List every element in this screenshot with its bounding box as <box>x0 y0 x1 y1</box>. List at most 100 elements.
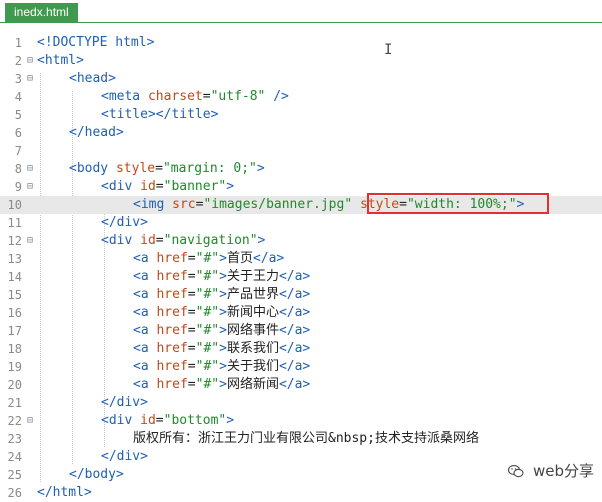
code-token: </a> <box>278 377 311 392</box>
code-line[interactable]: 26 </html> <box>0 484 602 502</box>
code-token: <a <box>133 305 157 320</box>
code-line[interactable]: 7 <box>0 142 602 160</box>
code-token: <a <box>133 287 157 302</box>
code-token: > <box>219 305 227 320</box>
code-text: <body style="margin: 0;"> <box>69 160 265 178</box>
code-token: </body> <box>69 467 124 482</box>
code-token: 关于王力 <box>226 269 279 284</box>
code-token: "#" <box>195 251 220 266</box>
code-token: = <box>187 377 196 392</box>
code-token: 网络新闻 <box>226 377 279 392</box>
code-token: </head> <box>69 125 124 140</box>
code-line[interactable]: 21 </div> <box>0 394 602 412</box>
code-token: > <box>256 161 265 176</box>
line-number: 3 <box>14 72 22 86</box>
code-token: charset <box>147 89 203 104</box>
code-line[interactable]: 15 <a href="#">产品世界</a> <box>0 286 602 304</box>
code-token: = <box>187 323 196 338</box>
code-token: href <box>156 341 188 356</box>
code-line[interactable]: 4 <meta charset="utf-8" /> <box>0 88 602 106</box>
code-token: > <box>219 287 227 302</box>
code-token: = <box>187 287 196 302</box>
code-token: 新闻中心 <box>226 305 279 320</box>
code-token: src <box>172 197 196 212</box>
code-token: href <box>156 269 188 284</box>
line-number: 5 <box>14 108 22 122</box>
code-line[interactable]: 12 ⊟ <div id="navigation"> <box>0 232 602 250</box>
code-token: = <box>187 305 196 320</box>
line-number: 6 <box>14 126 22 140</box>
code-token: <div <box>101 413 141 428</box>
code-line[interactable]: 8 ⊟ <body style="margin: 0;"> <box>0 160 602 178</box>
code-line[interactable]: 23 版权所有：浙江王力门业有限公司&nbsp;技术支持派桑网络 <box>0 430 602 448</box>
code-line[interactable]: 18 <a href="#">联系我们</a> <box>0 340 602 358</box>
file-tab-inedx-html[interactable]: inedx.html <box>5 3 78 22</box>
code-line[interactable]: 20 <a href="#">网络新闻</a> <box>0 376 602 394</box>
code-line[interactable]: 13 <a href="#">首页</a> <box>0 250 602 268</box>
code-token: "navigation" <box>163 233 258 248</box>
code-text: <!DOCTYPE html> <box>37 34 154 52</box>
editor-tab-bar: inedx.html <box>0 0 602 28</box>
code-line[interactable]: 19 <a href="#">关于我们</a> <box>0 358 602 376</box>
code-token: "#" <box>195 269 220 284</box>
code-token: "utf-8" <box>210 89 266 104</box>
code-token: style <box>115 161 156 176</box>
code-token: > <box>219 251 227 266</box>
line-number: 7 <box>14 144 22 158</box>
code-token: href <box>156 251 188 266</box>
code-token: "#" <box>195 305 220 320</box>
tab-underline <box>0 22 602 23</box>
fold-toggle-icon[interactable]: ⊟ <box>25 232 35 250</box>
code-token: <a <box>133 359 157 374</box>
code-text: <a href="#">关于王力</a> <box>133 268 310 286</box>
code-token: > <box>219 341 227 356</box>
code-line[interactable]: 16 <a href="#">新闻中心</a> <box>0 304 602 322</box>
code-text: </head> <box>69 124 124 142</box>
fold-toggle-icon[interactable]: ⊟ <box>25 52 35 70</box>
code-text: <div id="navigation"> <box>101 232 265 250</box>
code-token: </a> <box>252 251 285 266</box>
code-token: 版权所有：浙江王力门业有限公司&nbsp;技术支持派桑网络 <box>133 431 479 446</box>
code-line[interactable]: 14 <a href="#">关于王力</a> <box>0 268 602 286</box>
code-token: 联系我们 <box>226 341 279 356</box>
fold-toggle-icon[interactable]: ⊟ <box>25 160 35 178</box>
code-text: <div id="banner"> <box>101 178 234 196</box>
line-number: 20 <box>7 378 22 392</box>
code-token: <div <box>101 179 141 194</box>
code-token: > <box>257 233 266 248</box>
code-token: > <box>219 323 227 338</box>
line-number: 12 <box>7 234 22 248</box>
fold-toggle-icon[interactable]: ⊟ <box>25 412 35 430</box>
code-token: = <box>187 359 196 374</box>
code-token: = <box>187 341 196 356</box>
line-number: 15 <box>7 288 22 302</box>
code-line[interactable]: 17 <a href="#">网络事件</a> <box>0 322 602 340</box>
fold-toggle-icon[interactable]: ⊟ <box>25 70 35 88</box>
code-text: </body> <box>69 466 124 484</box>
code-token: </div> <box>101 395 148 410</box>
line-number: 16 <box>7 306 22 320</box>
code-text: <a href="#">新闻中心</a> <box>133 304 310 322</box>
fold-toggle-icon[interactable]: ⊟ <box>25 178 35 196</box>
code-line[interactable]: 22 ⊟ <div id="bottom"> <box>0 412 602 430</box>
code-token: "bottom" <box>163 413 227 428</box>
watermark-text: web分享 <box>532 462 594 480</box>
code-token: <a <box>133 251 157 266</box>
code-token: </a> <box>278 269 311 284</box>
code-line[interactable]: 6 </head> <box>0 124 602 142</box>
line-number: 4 <box>14 90 22 104</box>
code-token: > <box>219 359 227 374</box>
code-token: = <box>155 179 164 194</box>
text-cursor-icon: I <box>384 42 393 58</box>
code-line[interactable]: 3 ⊟ <head> <box>0 70 602 88</box>
wechat-icon <box>508 464 524 478</box>
code-line[interactable]: 2 ⊟ <html> <box>0 52 602 70</box>
code-line[interactable]: 5 <title></title> <box>0 106 602 124</box>
code-token: <title></title> <box>101 107 219 122</box>
code-editor[interactable]: 1 <!DOCTYPE html> 2 ⊟ <html> 3 ⊟ <head> 4 <meta c… <box>0 33 602 500</box>
code-line[interactable]: 1 <!DOCTYPE html> <box>0 34 602 52</box>
code-line[interactable]: 11 </div> <box>0 214 602 232</box>
code-token: <a <box>133 377 157 392</box>
code-token: = <box>155 161 163 176</box>
code-token: </div> <box>101 449 148 464</box>
